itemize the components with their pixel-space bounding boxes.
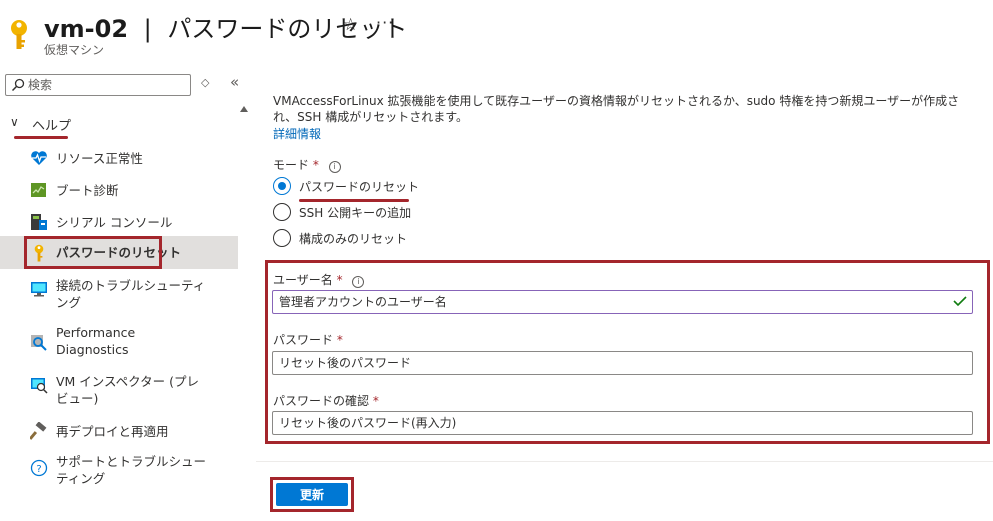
page-header: vm-02 | パスワードのリセット ☆ ··· 仮想マシン xyxy=(0,0,993,66)
page-title-text: パスワードのリセット xyxy=(167,15,408,43)
sidebar-item-label: サポートとトラブルシューティング xyxy=(56,454,207,486)
password-input[interactable] xyxy=(279,354,949,372)
radio-indicator[interactable] xyxy=(273,203,291,221)
sidebar-item-boot-diagnostics[interactable]: ブート診断 xyxy=(0,178,238,202)
sidebar-item-label: Performance Diagnostics xyxy=(56,325,136,357)
radio-selected-indicator[interactable] xyxy=(273,177,291,195)
username-input[interactable] xyxy=(279,293,949,311)
sidebar-item-label: シリアル コンソール xyxy=(56,215,173,230)
radio-label: パスワードのリセット xyxy=(299,180,420,194)
mode-label: モード * i xyxy=(273,156,341,173)
sidebar-item-label: リソース正常性 xyxy=(56,151,143,166)
confirm-password-input[interactable] xyxy=(279,414,949,432)
title-separator: | xyxy=(143,15,152,43)
group-help-label: ヘルプ xyxy=(32,119,72,134)
sidebar-item-connection-troubleshoot[interactable]: 接続のトラブルシューティング xyxy=(0,276,238,312)
confirm-password-label-text: パスワードの確認 xyxy=(273,394,370,408)
required-mark: * xyxy=(336,333,343,347)
star-icon[interactable]: ☆ xyxy=(343,15,358,35)
vm-name: vm-02 xyxy=(44,15,129,43)
main-content: VMAccessForLinux 拡張機能を使用して既存ユーザーの資格情報がリセ… xyxy=(256,66,993,521)
confirm-password-label: パスワードの確認 * xyxy=(273,392,379,409)
page-subtitle: 仮想マシン xyxy=(44,43,105,57)
sidebar-search[interactable] xyxy=(5,74,191,96)
key-icon xyxy=(11,20,27,49)
performance-diagnostics-icon xyxy=(31,335,47,351)
sidebar-item-label: 再デプロイと再適用 xyxy=(56,424,169,439)
help-icon: ? xyxy=(30,459,48,477)
sidebar-item-resource-health[interactable]: リソース正常性 xyxy=(0,146,238,170)
sidebar-item-label: 接続のトラブルシューティング xyxy=(56,278,206,310)
radio-label: SSH 公開キーの追加 xyxy=(299,206,412,220)
learn-more-link[interactable]: 詳細情報 xyxy=(273,125,321,142)
sidebar-item-label: ブート診断 xyxy=(56,183,119,198)
sidebar-item-label: VM インスペクター (プレビュー) xyxy=(56,374,200,406)
sidebar-item-redeploy[interactable]: 再デプロイと再適用 xyxy=(0,419,238,443)
annotation-box-active-item xyxy=(24,236,162,269)
serial-console-icon xyxy=(31,214,47,230)
mode-label-text: モード xyxy=(273,158,310,172)
search-icon xyxy=(11,78,25,92)
username-field[interactable] xyxy=(272,290,973,314)
password-label-text: パスワード xyxy=(273,333,334,347)
boot-diagnostics-icon xyxy=(31,183,46,197)
footer-divider xyxy=(256,461,993,462)
monitor-icon xyxy=(31,282,47,297)
description-text: VMAccessForLinux 拡張機能を使用して既存ユーザーの資格情報がリセ… xyxy=(273,94,960,124)
required-mark: * xyxy=(372,394,379,408)
hammer-icon xyxy=(30,422,47,440)
checkmark-icon xyxy=(953,296,967,307)
chevron-down-icon: ∨ xyxy=(10,115,19,129)
sidebar-item-serial-console[interactable]: シリアル コンソール xyxy=(0,210,238,234)
sidebar: ◇ « ∨ ヘルプ リソース正常性 ブート診断 シリアル コンソール xyxy=(0,66,252,521)
annotation-underline-mode xyxy=(299,199,409,202)
collapse-sidebar-icon[interactable]: « xyxy=(230,73,239,91)
sidebar-item-vm-inspector[interactable]: VM インスペクター (プレビュー) xyxy=(0,372,238,408)
required-mark: * xyxy=(336,273,343,287)
update-button[interactable]: 更新 xyxy=(276,483,348,506)
more-icon[interactable]: ··· xyxy=(376,13,394,32)
info-icon[interactable]: i xyxy=(352,276,365,288)
password-field[interactable] xyxy=(272,351,973,375)
svg-text:?: ? xyxy=(36,464,41,475)
radio-label: 構成のみのリセット xyxy=(299,232,408,246)
scroll-up-arrow[interactable] xyxy=(240,106,248,112)
info-icon[interactable]: i xyxy=(328,161,341,173)
radio-indicator[interactable] xyxy=(273,229,291,247)
vm-inspector-icon xyxy=(31,378,48,394)
annotation-underline-help xyxy=(14,136,68,139)
sort-icon[interactable]: ◇ xyxy=(201,76,209,89)
sidebar-item-support[interactable]: ? サポートとトラブルシューティング xyxy=(0,452,238,488)
username-label: ユーザー名 * i xyxy=(273,271,365,288)
password-label: パスワード * xyxy=(273,331,343,348)
username-label-text: ユーザー名 xyxy=(273,273,333,287)
required-mark: * xyxy=(312,158,319,172)
sidebar-item-performance-diagnostics[interactable]: Performance Diagnostics xyxy=(0,324,238,360)
confirm-password-field[interactable] xyxy=(272,411,973,435)
search-input[interactable] xyxy=(28,76,188,94)
heartbeat-icon xyxy=(31,151,47,165)
